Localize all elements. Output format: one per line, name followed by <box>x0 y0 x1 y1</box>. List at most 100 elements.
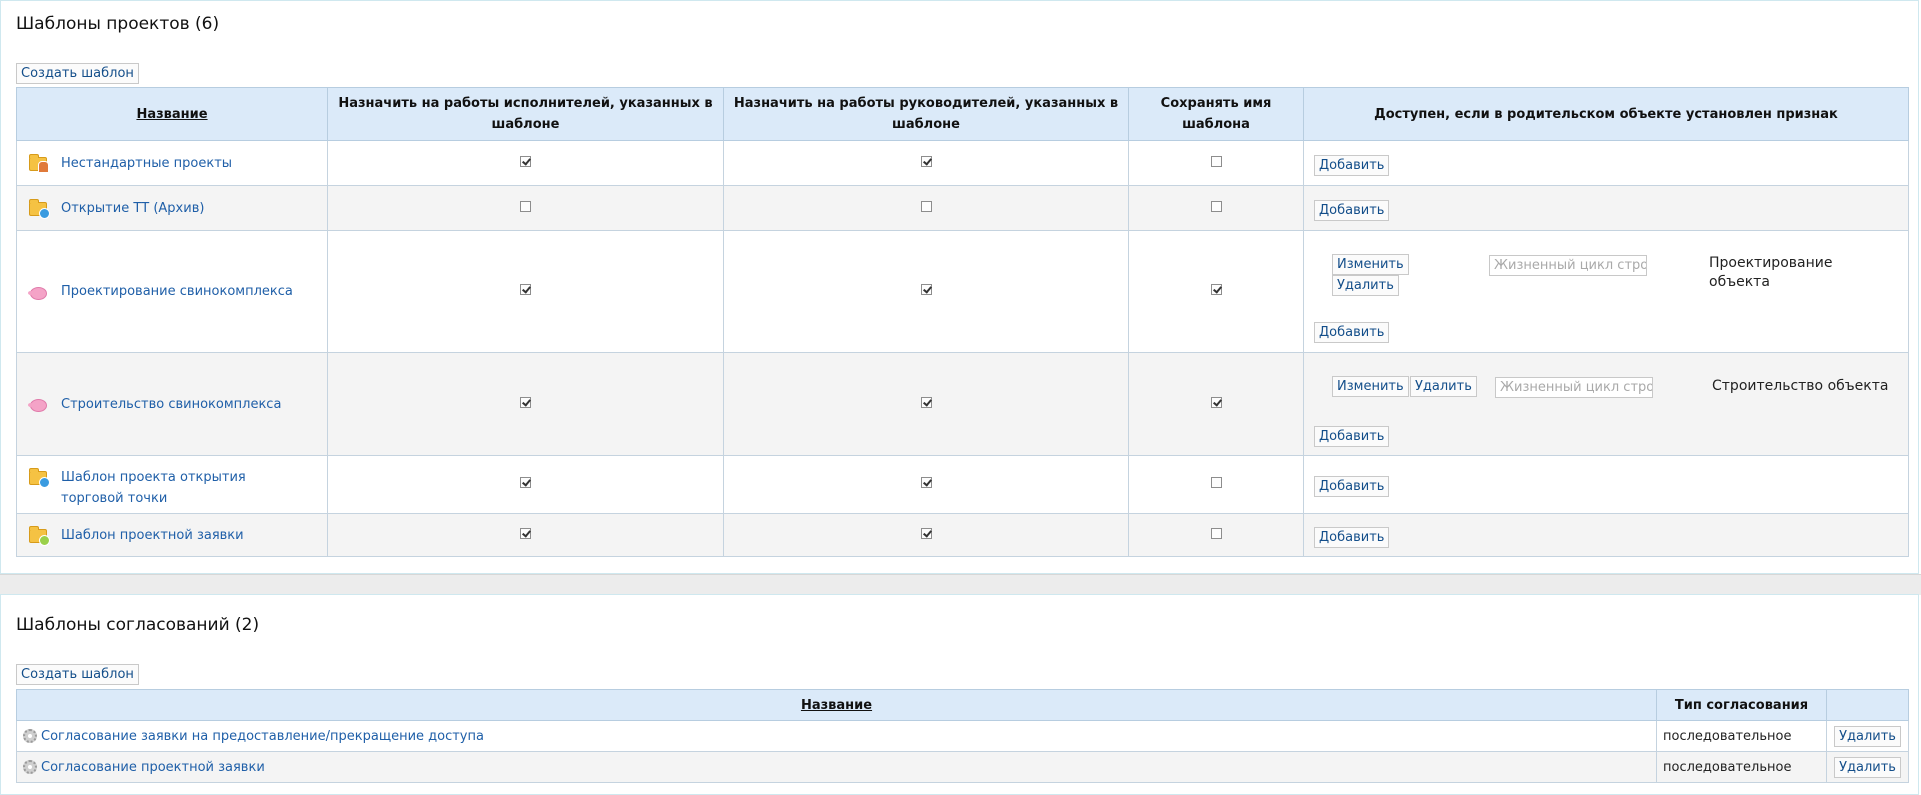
keep-name-checkbox[interactable] <box>1210 477 1222 488</box>
column-header-approval-type: Тип согласования <box>1656 689 1827 721</box>
available-if-cell: Добавить <box>1303 455 1909 514</box>
assign-managers-checkbox[interactable] <box>920 200 932 212</box>
assign-executors-cell <box>327 140 724 186</box>
template-link[interactable]: Открытие ТТ (Архив) <box>61 198 204 219</box>
template-link[interactable]: Шаблон проекта открытия торговой точки <box>61 467 301 509</box>
table-row: Шаблон проекта открытия торговой точки Д… <box>16 455 1909 514</box>
add-sign-button[interactable]: Добавить <box>1314 155 1390 176</box>
table-header-row: Название Тип согласования <box>16 689 1909 721</box>
delete-sign-button[interactable]: Удалить <box>1410 376 1477 397</box>
gear-icon <box>23 760 37 774</box>
name-cell: Согласование заявки на предоставление/пр… <box>16 720 1657 752</box>
approval-template-link[interactable]: Согласование заявки на предоставление/пр… <box>41 729 484 744</box>
assign-managers-cell <box>723 140 1129 186</box>
table-header-row: Название Назначить на работы исполнителе… <box>16 87 1909 141</box>
name-cell: Шаблон проектной заявки <box>16 513 328 557</box>
lifecycle-select: Жизненный цикл строител <box>1495 377 1653 398</box>
assign-executors-cell <box>327 455 724 514</box>
assign-managers-checkbox[interactable] <box>920 155 932 167</box>
pig-icon <box>27 282 47 302</box>
edit-sign-button[interactable]: Изменить <box>1332 376 1409 397</box>
add-sign-button[interactable]: Добавить <box>1314 476 1390 497</box>
assign-executors-cell <box>327 185 724 231</box>
assign-managers-checkbox[interactable] <box>920 477 932 488</box>
keep-name-checkbox[interactable] <box>1210 396 1222 408</box>
keep-name-cell <box>1128 185 1304 231</box>
assign-executors-checkbox[interactable] <box>520 396 531 408</box>
gear-icon <box>23 729 37 743</box>
template-link[interactable]: Шаблон проектной заявки <box>61 525 244 546</box>
sign-value: Проектирование объекта <box>1709 255 1833 290</box>
name-cell: Шаблон проекта открытия торговой точки <box>16 455 328 514</box>
table-row: Строительство свинокомплекса Изменить Уд… <box>16 352 1909 456</box>
assign-executors-cell <box>327 513 724 557</box>
keep-name-cell <box>1128 513 1304 557</box>
folder-icon <box>27 467 50 488</box>
keep-name-checkbox[interactable] <box>1210 284 1222 295</box>
assign-executors-checkbox[interactable] <box>520 200 531 212</box>
assign-executors-checkbox[interactable] <box>520 284 531 295</box>
available-if-cell: Добавить <box>1303 185 1909 231</box>
name-cell: Нестандартные проекты <box>16 140 328 186</box>
template-link[interactable]: Нестандартные проекты <box>61 153 232 174</box>
assign-executors-checkbox[interactable] <box>520 527 531 539</box>
add-sign-button[interactable]: Добавить <box>1314 200 1390 221</box>
table-row: Нестандартные проекты Добавить <box>16 140 1909 186</box>
column-header-keep-name: Сохранять имя шаблона <box>1128 87 1304 141</box>
keep-name-cell <box>1128 230 1304 353</box>
approval-type-cell: последовательное <box>1656 751 1827 783</box>
keep-name-checkbox[interactable] <box>1210 200 1222 212</box>
lifecycle-select: Жизненный цикл строител <box>1489 255 1647 276</box>
name-cell: Открытие ТТ (Архив) <box>16 185 328 231</box>
assign-executors-checkbox[interactable] <box>520 155 531 167</box>
project-templates-panel: Шаблоны проектов (6) Создать шаблон Назв… <box>0 0 1919 574</box>
table-row: Шаблон проектной заявки Добавить <box>16 513 1909 557</box>
available-if-cell: Изменить Удалить Жизненный цикл строител… <box>1303 352 1909 456</box>
keep-name-checkbox[interactable] <box>1210 155 1222 167</box>
assign-managers-cell <box>723 513 1129 557</box>
template-link[interactable]: Строительство свинокомплекса <box>61 394 281 415</box>
assign-executors-cell <box>327 230 724 353</box>
assign-managers-cell <box>723 352 1129 456</box>
table-row: Согласование заявки на предоставление/пр… <box>16 720 1909 752</box>
folder-icon <box>27 525 50 546</box>
assign-executors-checkbox[interactable] <box>520 477 531 488</box>
approval-type-cell: последовательное <box>1656 720 1827 752</box>
delete-sign-button[interactable]: Удалить <box>1332 275 1399 296</box>
delete-approval-button[interactable]: Удалить <box>1834 725 1901 747</box>
name-cell: Проектирование свинокомплекса <box>16 230 328 353</box>
available-if-cell: Изменить Удалить Жизненный цикл строител… <box>1303 230 1909 353</box>
table-row: Проектирование свинокомплекса Изменить У… <box>16 230 1909 353</box>
table-row: Согласование проектной заявки последоват… <box>16 751 1909 783</box>
column-header-name[interactable]: Название <box>16 87 328 141</box>
keep-name-checkbox[interactable] <box>1210 527 1222 539</box>
actions-cell: Удалить <box>1826 720 1909 752</box>
table-row: Открытие ТТ (Архив) Добавить <box>16 185 1909 231</box>
add-sign-button[interactable]: Добавить <box>1314 426 1390 447</box>
project-templates-title: Шаблоны проектов (6) <box>16 14 220 34</box>
add-sign-button[interactable]: Добавить <box>1314 322 1390 343</box>
project-templates-table: Название Назначить на работы исполнителе… <box>16 87 1909 557</box>
column-header-name[interactable]: Название <box>16 689 1657 721</box>
actions-cell: Удалить <box>1826 751 1909 783</box>
assign-managers-cell <box>723 185 1129 231</box>
column-header-assign-executors: Назначить на работы исполнителей, указан… <box>327 87 724 141</box>
column-header-available-if: Доступен, если в родительском объекте ус… <box>1303 87 1909 141</box>
edit-sign-button[interactable]: Изменить <box>1332 254 1409 275</box>
template-link[interactable]: Проектирование свинокомплекса <box>61 281 293 302</box>
assign-managers-cell <box>723 455 1129 514</box>
pig-icon <box>27 394 47 414</box>
approval-templates-title: Шаблоны согласований (2) <box>16 615 260 635</box>
assign-managers-checkbox[interactable] <box>920 527 932 539</box>
delete-approval-button[interactable]: Удалить <box>1834 756 1901 778</box>
keep-name-cell <box>1128 140 1304 186</box>
assign-managers-checkbox[interactable] <box>920 284 932 295</box>
assign-managers-checkbox[interactable] <box>920 396 932 408</box>
keep-name-cell <box>1128 455 1304 514</box>
approval-template-link[interactable]: Согласование проектной заявки <box>41 760 265 775</box>
add-sign-button[interactable]: Добавить <box>1314 527 1390 548</box>
available-if-cell: Добавить <box>1303 140 1909 186</box>
create-approval-template-button[interactable]: Создать шаблон <box>16 664 139 685</box>
assign-executors-cell <box>327 352 724 456</box>
create-project-template-button[interactable]: Создать шаблон <box>16 63 139 84</box>
